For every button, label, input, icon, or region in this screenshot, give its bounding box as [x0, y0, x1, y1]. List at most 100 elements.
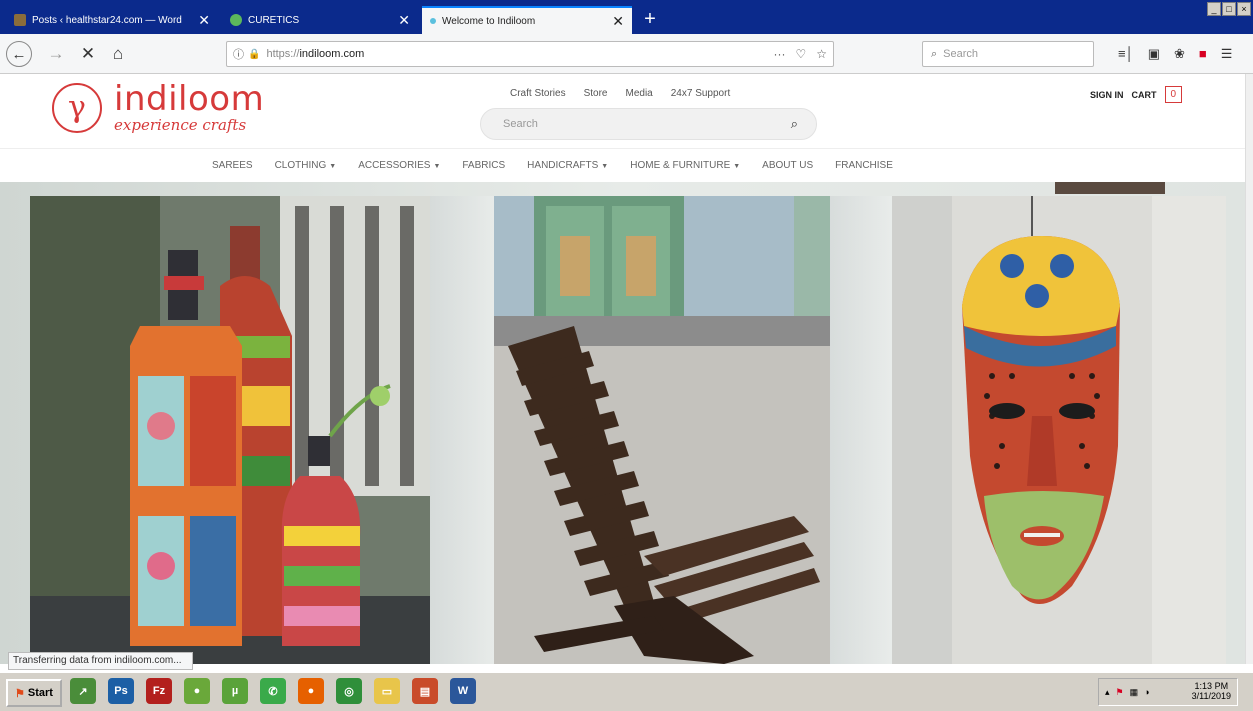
home-button[interactable]: ⌂: [106, 42, 130, 66]
folder-icon[interactable]: ▭: [374, 678, 400, 704]
nav-item-home-furniture[interactable]: HOME & FURNITURE ▼: [630, 160, 740, 171]
sign-in-link[interactable]: SIGN IN: [1090, 90, 1124, 100]
site-search-placeholder: Search: [503, 118, 538, 130]
start-button[interactable]: ⚑ Start: [6, 679, 62, 707]
url-host: indiloom.com: [299, 48, 365, 60]
cart-count-badge[interactable]: 0: [1164, 86, 1183, 103]
pocket-icon[interactable]: ♡: [795, 47, 806, 61]
new-tab-button[interactable]: +: [636, 6, 664, 32]
minimize-button[interactable]: _: [1207, 2, 1221, 16]
tab-title: CURETICS: [248, 14, 300, 26]
tray-flag-icon[interactable]: ⚑: [1116, 687, 1124, 698]
powerpoint-icon[interactable]: ▤: [412, 678, 438, 704]
page-actions-icon[interactable]: ···: [773, 47, 785, 61]
hero-gap: [830, 196, 892, 664]
hero-decor-strip: [1055, 182, 1165, 194]
quick-launch: ↗ Ps Fz ● µ ✆ ● ◎ ▭ ▤ W: [70, 678, 476, 704]
tab-curetics[interactable]: CURETICS ✕: [222, 6, 418, 34]
logo-mark-icon: γ: [52, 82, 102, 133]
chevron-down-icon: ▼: [601, 163, 609, 170]
hero-image-tribal-mask[interactable]: [892, 196, 1226, 664]
curetics-favicon-icon: [230, 14, 242, 26]
close-window-button[interactable]: ×: [1237, 2, 1251, 16]
browser-search-input[interactable]: ⌕ Search: [922, 41, 1094, 67]
nav-item-franchise[interactable]: FRANCHISE: [835, 160, 893, 171]
nav-label: FABRICS: [462, 160, 506, 171]
back-button[interactable]: ←: [6, 41, 32, 67]
chevron-down-icon: ▼: [329, 163, 337, 170]
menu-icon[interactable]: ☰: [1221, 46, 1233, 62]
search-placeholder: Search: [943, 48, 979, 60]
nav-item-clothing[interactable]: CLOTHING ▼: [275, 160, 337, 171]
filezilla-icon[interactable]: Fz: [146, 678, 172, 704]
lock-icon: 🔒: [248, 48, 261, 60]
link-craft-stories[interactable]: Craft Stories: [510, 88, 566, 99]
library-icon[interactable]: ≡│: [1118, 46, 1134, 62]
close-tab-icon[interactable]: ✕: [612, 14, 624, 28]
search-icon: ⌕: [931, 47, 938, 60]
hero-image-wooden-chair[interactable]: [494, 196, 830, 664]
browser-tab-strip: Posts ‹ healthstar24.com — Word ✕ CURETI…: [0, 0, 1253, 34]
url-bar[interactable]: ⓘ 🔒 https:// indiloom.com ··· ♡ ☆: [226, 41, 834, 67]
nav-item-fabrics[interactable]: FABRICS: [462, 160, 505, 171]
link-media[interactable]: Media: [625, 88, 652, 99]
search-icon[interactable]: ⌕: [791, 116, 798, 132]
word-icon[interactable]: W: [450, 678, 476, 704]
tab-title: Welcome to Indiloom: [442, 15, 536, 27]
extension-icon[interactable]: ❀: [1174, 46, 1185, 62]
utorrent-icon[interactable]: µ: [222, 678, 248, 704]
nav-item-sarees[interactable]: SAREES: [212, 160, 253, 171]
nav-label: FRANCHISE: [835, 160, 893, 171]
nav-label: HANDICRAFTS: [527, 160, 599, 171]
volume-icon[interactable]: ◑: [1144, 687, 1149, 697]
nav-item-accessories[interactable]: ACCESSORIES ▼: [358, 160, 440, 171]
bookmark-star-icon[interactable]: ☆: [816, 47, 827, 61]
close-tab-icon[interactable]: ✕: [398, 13, 410, 27]
tray-expand-icon[interactable]: ▴: [1105, 687, 1110, 698]
chrome-icon[interactable]: ◎: [336, 678, 362, 704]
nav-item-handicrafts[interactable]: HANDICRAFTS ▼: [527, 160, 608, 171]
chevron-down-icon: ▼: [433, 163, 441, 170]
site-info-icon[interactable]: ⓘ: [233, 46, 244, 62]
page-scrollbar[interactable]: [1245, 74, 1253, 664]
link-support[interactable]: 24x7 Support: [671, 88, 731, 99]
cart-link[interactable]: CART: [1132, 90, 1157, 100]
nav-label: ABOUT US: [762, 160, 814, 171]
forward-button[interactable]: →: [44, 42, 68, 66]
site-logo[interactable]: γ indiloom experience crafts: [52, 82, 264, 133]
dreamweaver-icon[interactable]: ●: [184, 678, 210, 704]
system-tray: ▴ ⚑ ▦ ◑ 1:13 PM 3/11/2019: [1098, 678, 1238, 706]
chart-app-icon[interactable]: ↗: [70, 678, 96, 704]
status-message: Transferring data from indiloom.com...: [8, 652, 193, 670]
windows-taskbar: ⚑ Start ↗ Ps Fz ● µ ✆ ● ◎ ▭ ▤ W ▴ ⚑ ▦ ◑ 1:13 PM 3/…: [0, 671, 1253, 711]
whatsapp-icon[interactable]: ✆: [260, 678, 286, 704]
hero-banner[interactable]: [0, 182, 1245, 664]
top-links: Craft Stories Store Media 24x7 Support: [510, 88, 730, 99]
firefox-icon[interactable]: ●: [298, 678, 324, 704]
maximize-button[interactable]: □: [1222, 2, 1236, 16]
clock[interactable]: 1:13 PM 3/11/2019: [1191, 681, 1231, 702]
photoshop-icon[interactable]: Ps: [108, 678, 134, 704]
nav-label: ACCESSORIES: [358, 160, 431, 171]
nav-item-about-us[interactable]: ABOUT US: [762, 160, 813, 171]
tab-healthstar[interactable]: Posts ‹ healthstar24.com — Word ✕: [6, 6, 218, 34]
hero-image-painted-bottles[interactable]: [30, 196, 430, 664]
clock-date: 3/11/2019: [1191, 691, 1231, 701]
link-store[interactable]: Store: [584, 88, 608, 99]
tab-indiloom[interactable]: Welcome to Indiloom ✕: [422, 6, 632, 34]
tab-title: Posts ‹ healthstar24.com — Word: [32, 14, 182, 26]
sidebar-icon[interactable]: ▣: [1148, 46, 1160, 62]
close-tab-icon[interactable]: ✕: [198, 13, 210, 27]
browser-toolbar-icons: ≡│ ▣ ❀ ■ ☰: [1118, 46, 1232, 62]
nav-label: SAREES: [212, 160, 253, 171]
window-controls: _ □ ×: [1207, 2, 1251, 16]
windows-flag-icon: ⚑: [15, 687, 25, 700]
logo-tagline: experience crafts: [114, 116, 247, 134]
site-search-input[interactable]: Search ⌕: [480, 108, 817, 140]
network-icon[interactable]: ▦: [1130, 687, 1139, 698]
category-nav: SAREES CLOTHING ▼ ACCESSORIES ▼ FABRICS HA…: [0, 148, 1245, 182]
addon-icon[interactable]: ■: [1199, 46, 1207, 62]
browser-nav-bar: ← → ✕ ⌂ ⓘ 🔒 https:// indiloom.com ··· ♡ …: [0, 34, 1253, 74]
stop-button[interactable]: ✕: [76, 42, 100, 66]
start-label: Start: [27, 687, 53, 699]
